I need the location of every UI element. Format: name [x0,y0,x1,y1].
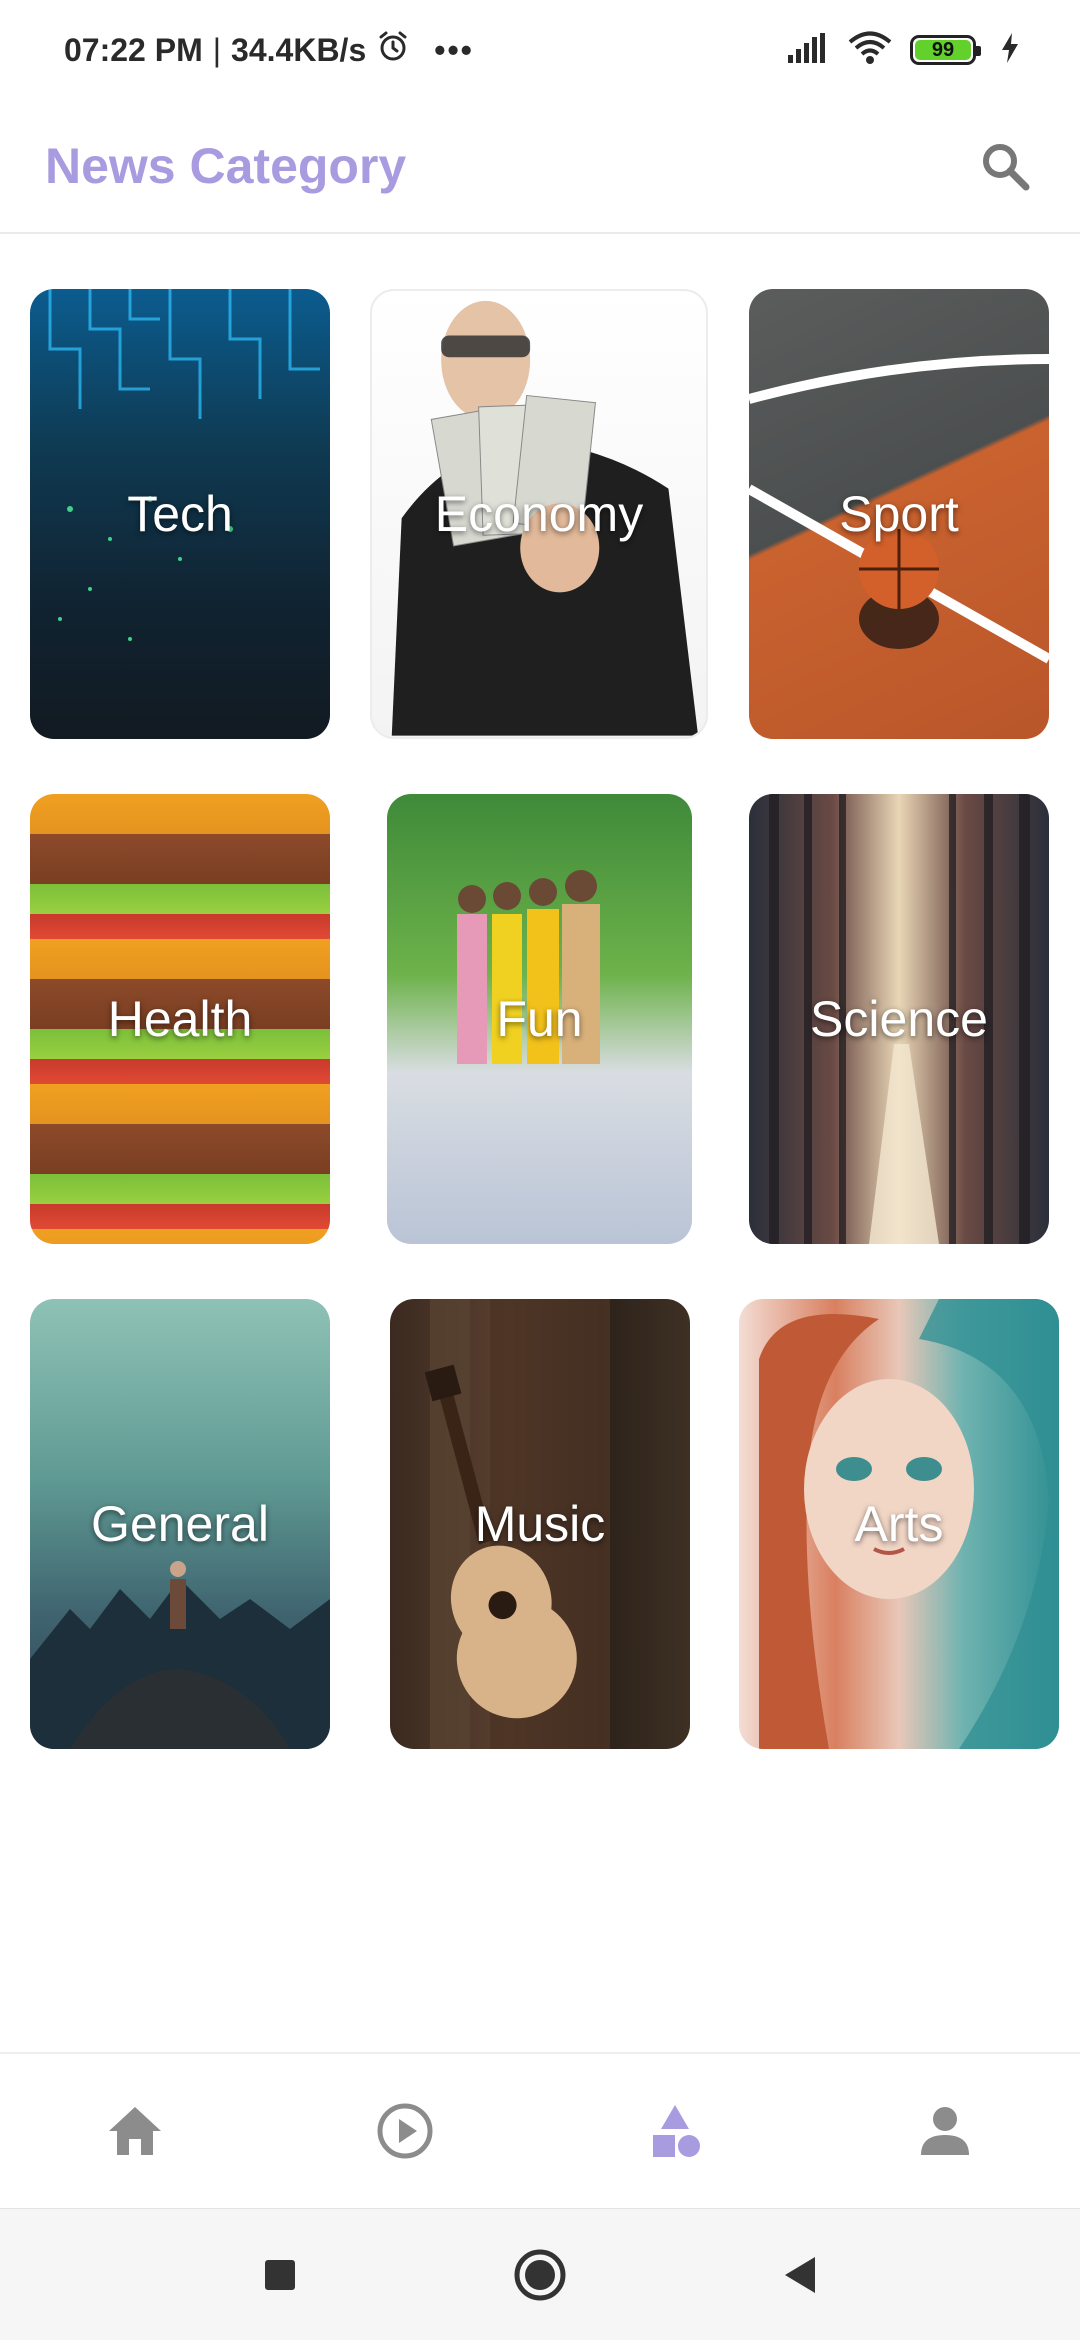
system-navigation-bar [0,2208,1080,2340]
category-card-arts[interactable]: Arts [739,1299,1059,1749]
category-label-music: Music [474,1496,606,1552]
category-label-arts: Arts [854,1496,944,1552]
category-label-general: General [91,1496,269,1552]
category-card-sport[interactable]: Sport [749,289,1049,739]
alarm-icon [376,29,410,71]
category-shapes-icon [653,2105,700,2157]
battery-level: 99 [915,39,971,61]
home-circle-icon [514,2249,566,2300]
search-icon [983,144,1030,191]
category-label-fun: Fun [496,991,583,1047]
category-label-science: Science [810,991,988,1047]
category-grid: Tech Economy Sport Health Fun Science Ge… [0,234,1080,2034]
category-card-fun[interactable]: Fun [387,794,692,1244]
nav-home[interactable] [75,2071,195,2191]
status-net-speed: 34.4KB/s [231,31,367,68]
wifi-icon [848,31,892,70]
news-category-screen: 07:22 PM | 34.4KB/s ••• 99 News Category… [0,0,1080,2340]
category-card-music[interactable]: Music [390,1299,690,1749]
system-home-button[interactable] [505,2240,575,2310]
category-card-health[interactable]: Health [30,794,330,1244]
category-card-tech[interactable]: Tech [30,289,330,739]
nav-categories[interactable] [615,2071,735,2191]
category-card-science[interactable]: Science [749,794,1049,1244]
category-label-sport: Sport [839,486,959,542]
person-icon [921,2107,969,2155]
charging-icon [1000,32,1020,68]
page-title: News Category [45,138,407,194]
back-triangle-icon [785,2256,815,2293]
category-label-economy: Economy [434,486,644,542]
play-circle-icon [377,2103,433,2159]
status-separator: | [212,31,222,68]
system-back-button[interactable] [765,2240,835,2310]
recent-apps-icon [265,2259,295,2290]
recent-apps-button[interactable] [245,2240,315,2310]
app-bar: News Category [0,100,1080,234]
status-time: 07:22 PM [64,31,203,68]
nav-videos[interactable] [345,2071,465,2191]
nav-profile[interactable] [885,2071,1005,2191]
status-bar: 07:22 PM | 34.4KB/s ••• 99 [0,0,1080,100]
signal-icon [786,32,830,68]
status-right: 99 [786,31,1020,70]
status-left: 07:22 PM | 34.4KB/s ••• [64,29,474,71]
category-card-general[interactable]: General [30,1299,330,1749]
category-label-health: Health [107,991,253,1047]
home-icon [109,2107,161,2155]
battery-icon: 99 [910,35,981,65]
more-indicator: ••• [434,31,474,68]
category-label-tech: Tech [127,486,233,542]
bottom-navigation [0,2052,1080,2208]
search-button[interactable] [970,131,1040,201]
category-card-economy[interactable]: Economy [370,289,708,739]
